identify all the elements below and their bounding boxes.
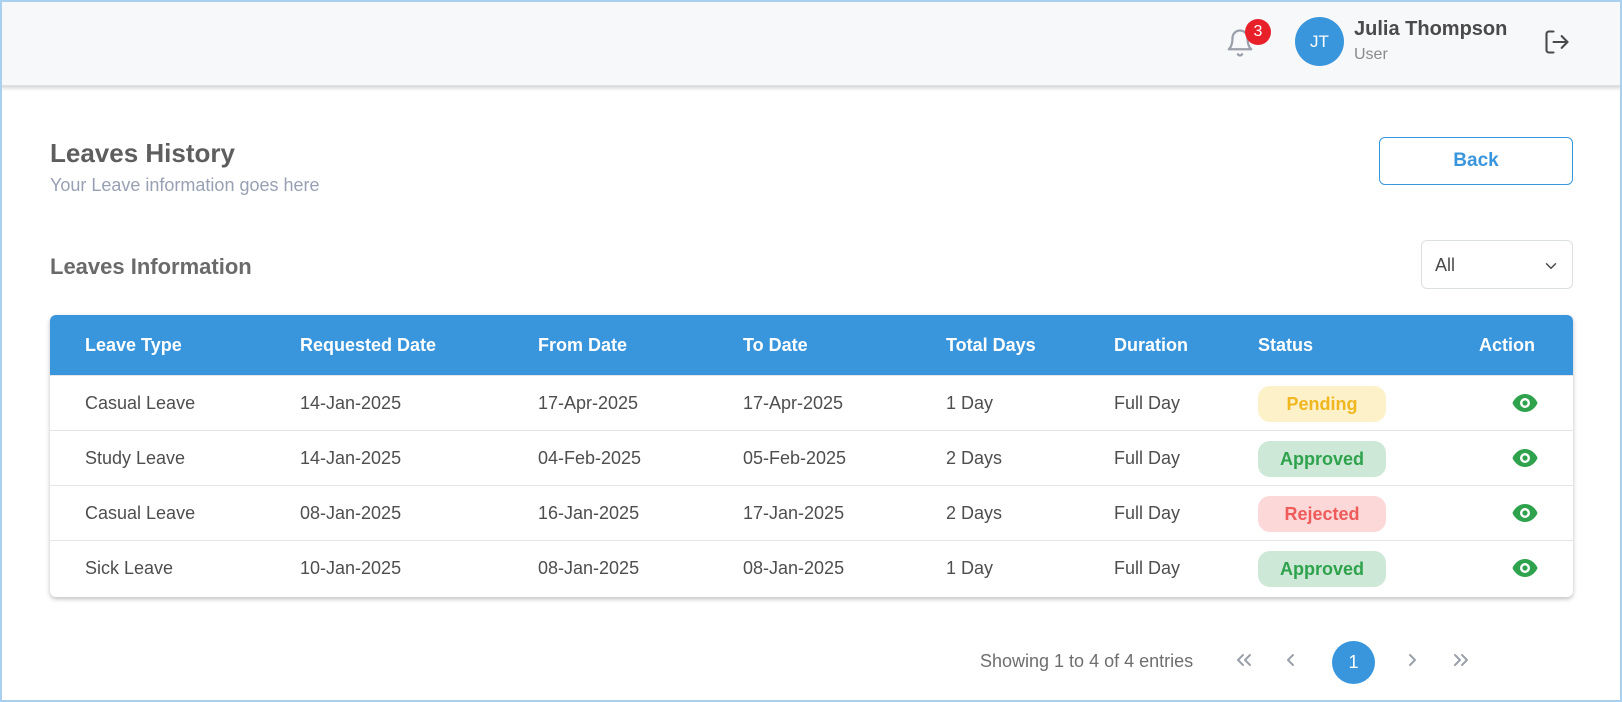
cell-duration: Full Day [1114,503,1181,523]
page-button-current[interactable]: 1 [1332,641,1375,684]
cell-total-days: 2 Days [946,503,1003,523]
cell-total-days: 2 Days [946,448,1003,468]
last-page-icon[interactable] [1449,648,1473,672]
cell-requested-date: 10-Jan-2025 [300,558,402,578]
cell-duration: Full Day [1114,558,1181,578]
table-row: Sick Leave 10-Jan-2025 08-Jan-2025 08-Ja… [50,540,1573,595]
status-filter-select[interactable]: All [1421,240,1573,289]
cell-from-date: 16-Jan-2025 [538,503,640,523]
logout-icon[interactable] [1543,28,1573,58]
cell-to-date: 17-Apr-2025 [743,393,844,413]
section-title: Leaves Information [50,254,252,279]
cell-duration: Full Day [1114,393,1181,413]
column-header-total-days: Total Days [946,335,1036,355]
column-header-duration: Duration [1114,335,1188,355]
page-title: Leaves History [50,138,235,168]
first-page-icon[interactable] [1232,648,1256,672]
cell-total-days: 1 Day [946,558,994,578]
column-header-to-date: To Date [743,335,808,355]
table-header: Leave Type Requested Date From Date To D… [50,315,1573,375]
leaves-table: Leave Type Requested Date From Date To D… [50,315,1573,597]
cell-from-date: 08-Jan-2025 [538,558,640,578]
status-badge: Rejected [1258,496,1386,532]
column-header-status: Status [1258,335,1314,355]
column-header-from-date: From Date [538,335,628,355]
table-row: Casual Leave 08-Jan-2025 16-Jan-2025 17-… [50,485,1573,540]
cell-requested-date: 14-Jan-2025 [300,448,402,468]
cell-from-date: 04-Feb-2025 [538,448,642,468]
cell-duration: Full Day [1114,448,1181,468]
table-row: Casual Leave 14-Jan-2025 17-Apr-2025 17-… [50,375,1573,430]
status-badge: Approved [1258,441,1386,477]
user-name: Julia Thompson [1354,18,1508,40]
status-badge: Approved [1258,551,1386,587]
eye-icon[interactable] [1511,556,1539,580]
cell-to-date: 05-Feb-2025 [743,448,847,468]
table-row: Study Leave 14-Jan-2025 04-Feb-2025 05-F… [50,430,1573,485]
cell-leave-type: Casual Leave [85,503,196,523]
column-header-requested-date: Requested Date [300,335,437,355]
eye-icon[interactable] [1511,391,1539,415]
notification-badge: 3 [1245,19,1271,45]
eye-icon[interactable] [1511,501,1539,525]
previous-page-icon[interactable] [1279,648,1303,672]
cell-from-date: 17-Apr-2025 [538,393,639,413]
back-button[interactable]: Back [1379,137,1573,185]
next-page-icon[interactable] [1400,648,1424,672]
cell-leave-type: Study Leave [85,448,186,468]
cell-leave-type: Casual Leave [85,393,196,413]
cell-requested-date: 08-Jan-2025 [300,503,402,523]
column-header-action: Action [1479,335,1535,355]
cell-to-date: 17-Jan-2025 [743,503,845,523]
cell-leave-type: Sick Leave [85,558,174,578]
pagination-info: Showing 1 to 4 of 4 entries [980,651,1194,671]
page-subtitle: Your Leave information goes here [50,175,320,195]
cell-total-days: 1 Day [946,393,994,413]
filter-value: All [1435,255,1456,275]
cell-requested-date: 14-Jan-2025 [300,393,402,413]
column-header-leave-type: Leave Type [85,335,182,355]
eye-icon[interactable] [1511,446,1539,470]
chevron-down-icon [1545,263,1557,269]
avatar[interactable]: JT [1295,17,1344,66]
status-badge: Pending [1258,386,1386,422]
cell-to-date: 08-Jan-2025 [743,558,845,578]
top-bar: 3 JT Julia Thompson User [0,0,1622,86]
user-role: User [1354,46,1388,63]
